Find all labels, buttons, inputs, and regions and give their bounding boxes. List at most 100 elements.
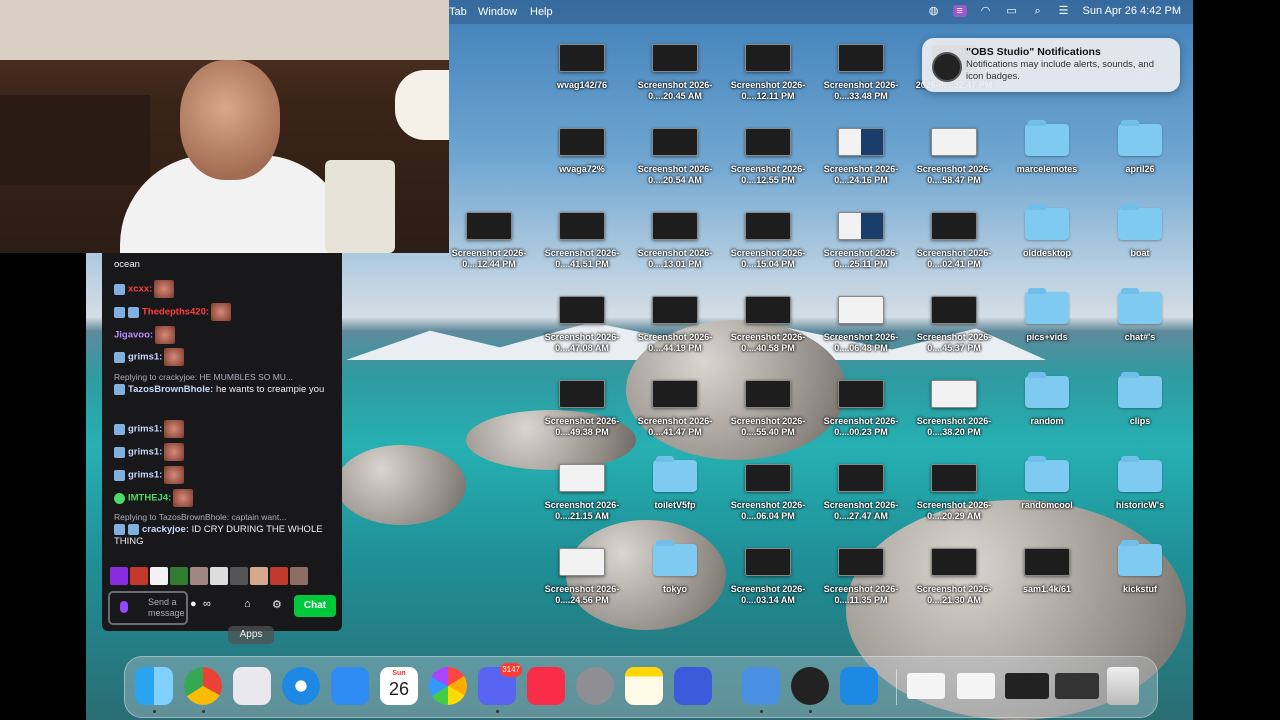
chat-username[interactable]: Thedepths420:	[142, 307, 209, 318]
desktop-file[interactable]: Screenshot 2026-0....15.04 PM	[722, 208, 814, 270]
search-icon[interactable]: ⌕	[1031, 5, 1045, 17]
desktop-file[interactable]: Screenshot 2026-0....47.08 AM	[536, 292, 628, 354]
desktop-file[interactable]: Screenshot 2026-0....24.56 PM	[536, 544, 628, 606]
chat-username[interactable]: grims1:	[128, 352, 162, 363]
chat-send-button[interactable]: Chat	[294, 595, 336, 617]
desktop-file[interactable]: sam1.4k/61	[1001, 544, 1093, 595]
desktop-file[interactable]: Screenshot 2026-0....12.11 PM	[722, 40, 814, 102]
desktop-folder[interactable]: boat	[1094, 204, 1186, 259]
menu-clock[interactable]: Sun Apr 26 4:42 PM	[1083, 5, 1181, 17]
emote-icon[interactable]	[250, 567, 268, 585]
simulator-icon[interactable]	[674, 667, 712, 705]
desktop-file[interactable]: Screenshot 2026-0....33.48 PM	[815, 40, 907, 102]
emote-icon[interactable]	[150, 567, 168, 585]
desktop-file[interactable]: Screenshot 2026-0....27.47 AM	[815, 460, 907, 522]
emote-icon[interactable]	[190, 567, 208, 585]
quicktime-icon[interactable]	[840, 667, 878, 705]
music-icon[interactable]	[527, 667, 565, 705]
calendar-icon[interactable]: Sun 26	[380, 667, 418, 705]
photos-icon[interactable]	[429, 667, 467, 705]
desktop-file[interactable]: Screenshot 2026-0....38.20 PM	[908, 376, 1000, 438]
globe-icon[interactable]: ◍	[927, 5, 941, 17]
window-thumbnail[interactable]	[957, 673, 995, 699]
desktop-file[interactable]: Screenshot 2026-0....58.47 PM	[908, 124, 1000, 186]
finder-icon[interactable]	[135, 667, 173, 705]
desktop-folder[interactable]: toiletV5fp	[629, 456, 721, 511]
bits-icon[interactable]: ∞	[203, 598, 211, 610]
chat-username[interactable]: crackyjoe:	[142, 524, 189, 535]
desktop-file[interactable]: Screenshot 2026-0....21.30 AM	[908, 544, 1000, 606]
trash-icon[interactable]	[1107, 667, 1139, 705]
desktop-file[interactable]: Screenshot 2026-0....06.48 PM	[815, 292, 907, 354]
screen-share-icon[interactable]: ≡	[952, 5, 967, 17]
chat-username[interactable]: IMTHEJ4:	[128, 493, 171, 504]
desktop-folder[interactable]: historicW's	[1094, 456, 1186, 511]
desktop-file[interactable]: Screenshot 2026-0....41.51 PM	[536, 208, 628, 270]
battery-icon[interactable]: ▭	[1005, 5, 1019, 17]
desktop-file[interactable]: Screenshot 2026-0....20.45 AM	[629, 40, 721, 102]
desktop-folder[interactable]: clips	[1094, 372, 1186, 427]
desktop-file[interactable]: Screenshot 2026-0....24.16 PM	[815, 124, 907, 186]
gear-icon[interactable]: ⚙	[272, 598, 282, 611]
mail-icon[interactable]	[331, 667, 369, 705]
desktop-file[interactable]: Screenshot 2026-0....49.38 PM	[536, 376, 628, 438]
menu-window[interactable]: Window	[478, 6, 517, 18]
desktop-file[interactable]: Screenshot 2026-0....45.37 PM	[908, 292, 1000, 354]
notes-icon[interactable]	[625, 667, 663, 705]
emote-icon[interactable]	[290, 567, 308, 585]
desktop-folder[interactable]: pics+vids	[1001, 288, 1093, 343]
window-thumbnail[interactable]	[1055, 673, 1099, 699]
settings-icon[interactable]	[576, 667, 614, 705]
chat-input[interactable]: Send a message	[108, 591, 188, 625]
chat-username[interactable]: Jigavoo:	[114, 330, 153, 341]
discord-icon[interactable]: 3147	[478, 663, 522, 705]
desktop-file[interactable]: Screenshot 2026-0....21.15 AM	[536, 460, 628, 522]
menu-help[interactable]: Help	[530, 6, 553, 18]
desktop-file[interactable]: Screenshot 2026-0....55.40 PM	[722, 376, 814, 438]
wifi-icon[interactable]: ◠	[979, 5, 993, 17]
desktop-file[interactable]: wvaga72%	[536, 124, 628, 175]
emote-icon[interactable]	[110, 567, 128, 585]
desktop-folder[interactable]: marcelemotes	[1001, 120, 1093, 175]
desktop-folder[interactable]: kickstuf	[1094, 540, 1186, 595]
obs-icon[interactable]	[791, 667, 829, 705]
desktop-file[interactable]: Screenshot 2026-0....41.47 PM	[629, 376, 721, 438]
desktop-file[interactable]: Screenshot 2026-0....20.54 AM	[629, 124, 721, 186]
window-thumbnail[interactable]	[1005, 673, 1049, 699]
chat-username[interactable]: grims1:	[128, 447, 162, 458]
emote-picker-icon[interactable]: ●	[190, 598, 197, 610]
streamlabs-icon[interactable]	[742, 667, 780, 705]
emote-icon[interactable]	[130, 567, 148, 585]
emote-icon[interactable]	[230, 567, 248, 585]
microphone-icon[interactable]	[120, 601, 128, 613]
desktop-file[interactable]: Screenshot 2026-0....13.01 PM	[629, 208, 721, 270]
desktop-file[interactable]: Screenshot 2026-0....40.58 PM	[722, 292, 814, 354]
desktop-folder[interactable]: randomcool	[1001, 456, 1093, 511]
desktop-folder[interactable]: chat#'s	[1094, 288, 1186, 343]
desktop-folder[interactable]: april26	[1094, 120, 1186, 175]
safari-icon[interactable]	[282, 667, 320, 705]
desktop-file[interactable]: Screenshot 2026-0....06.04 PM	[722, 460, 814, 522]
chat-username[interactable]: grims1:	[128, 470, 162, 481]
launchpad-icon[interactable]	[233, 667, 271, 705]
desktop-file[interactable]: Screenshot 2026-0....44.19 PM	[629, 292, 721, 354]
desktop-file[interactable]: Screenshot 2026-0....12.55 PM	[722, 124, 814, 186]
chat-username[interactable]: TazosBrownBhole:	[128, 384, 213, 395]
desktop-file[interactable]: wvag142/76	[536, 40, 628, 91]
menu-tab[interactable]: Tab	[449, 6, 467, 18]
chrome-icon[interactable]	[184, 667, 222, 705]
emote-icon[interactable]	[270, 567, 288, 585]
desktop-file[interactable]: Screenshot 2026-0....03.14 AM	[722, 544, 814, 606]
store-icon[interactable]: ⌂	[244, 598, 251, 610]
chat-username[interactable]: grims1:	[128, 424, 162, 435]
desktop-file[interactable]: Screenshot 2026-0....11.35 PM	[815, 544, 907, 606]
desktop-file[interactable]: Screenshot 2026-0....12.44 PM	[443, 208, 535, 270]
emote-icon[interactable]	[170, 567, 188, 585]
desktop-file[interactable]: Screenshot 2026-0....20.29 AM	[908, 460, 1000, 522]
desktop-file[interactable]: Screenshot 2026-0....00.23 PM	[815, 376, 907, 438]
desktop-folder[interactable]: random	[1001, 372, 1093, 427]
window-thumbnail[interactable]	[907, 673, 945, 699]
emote-icon[interactable]	[210, 567, 228, 585]
control-center-icon[interactable]: ☰	[1057, 5, 1071, 17]
desktop-folder[interactable]: tokyo	[629, 540, 721, 595]
